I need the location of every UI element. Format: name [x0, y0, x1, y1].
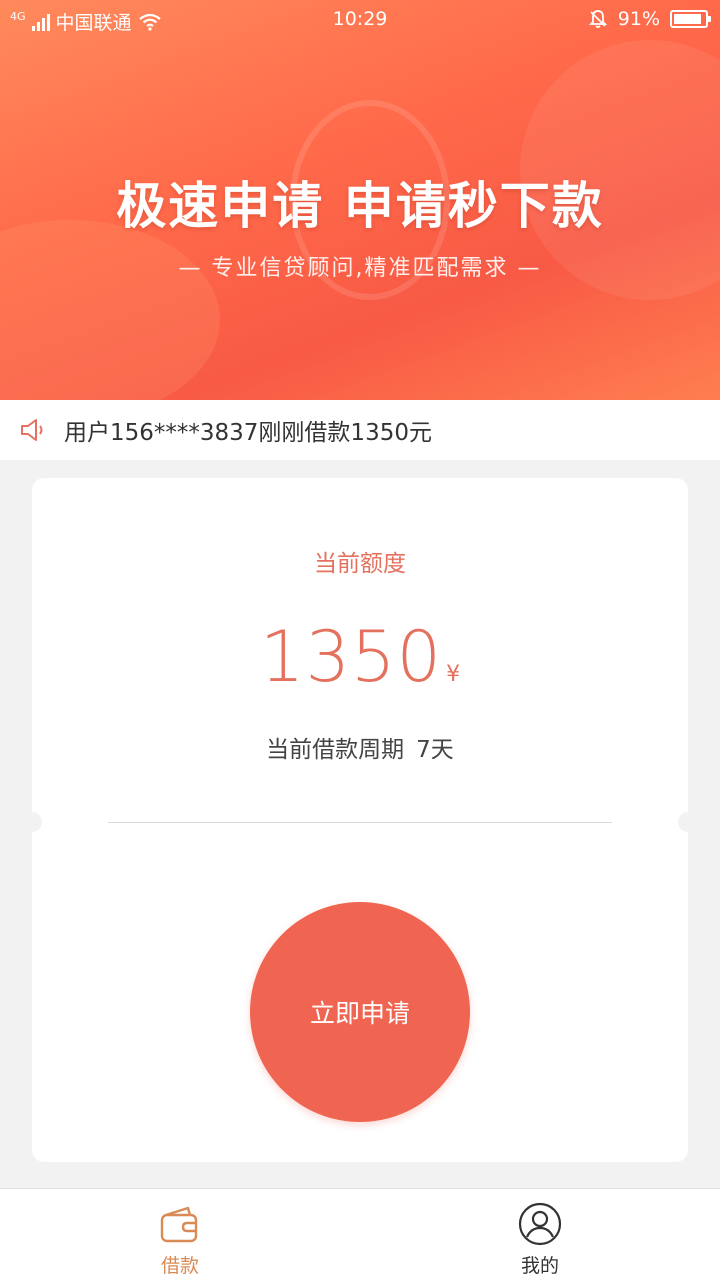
battery-percent: 91%: [617, 8, 660, 30]
card-divider: [108, 822, 612, 823]
credit-limit-label: 当前额度: [314, 551, 406, 577]
tab-loan[interactable]: 借款: [0, 1189, 360, 1280]
status-bar: 4G 中国联通 10:29 91%: [0, 0, 720, 40]
card-notch-left: [22, 812, 42, 832]
silent-bell-icon: [588, 10, 607, 28]
banner-subtitle: — 专业信贷顾问,精准匹配需求 —: [178, 256, 542, 281]
card-notch-right: [678, 812, 698, 832]
user-icon: [518, 1202, 562, 1246]
speaker-icon: [21, 419, 43, 441]
loan-period-label: 当前借款周期: [266, 737, 405, 763]
banner-decoration: [0, 220, 220, 400]
tab-mine-label: 我的: [520, 1255, 559, 1277]
banner-title: 极速申请 申请秒下款: [116, 177, 604, 235]
tab-loan-label: 借款: [160, 1255, 199, 1277]
loan-period: 当前借款周期 7天: [32, 730, 688, 764]
credit-card: 当前额度 1350 ¥ 当前借款周期 7天 立即申请: [22, 478, 698, 1162]
battery-icon: [670, 10, 711, 28]
bottom-tab-bar: 借款 我的: [0, 1188, 720, 1280]
loan-period-value: 7天: [416, 737, 454, 763]
notice-bar: 用户156****3837刚刚借款1350元: [0, 400, 720, 460]
credit-amount: 1350 ¥: [32, 616, 688, 698]
credit-amount-value: 1350: [259, 616, 443, 698]
hero-banner: 4G 中国联通 10:29 91% 极速申请 申请秒下款 — 专业信贷顾问,精准…: [0, 0, 720, 400]
currency-symbol: ¥: [446, 662, 461, 687]
status-right: 91%: [588, 8, 711, 30]
wallet-icon: [160, 1206, 198, 1243]
notice-text: 用户156****3837刚刚借款1350元: [64, 420, 432, 446]
apply-now-button[interactable]: 立即申请: [250, 902, 470, 1122]
tab-mine[interactable]: 我的: [360, 1189, 720, 1280]
